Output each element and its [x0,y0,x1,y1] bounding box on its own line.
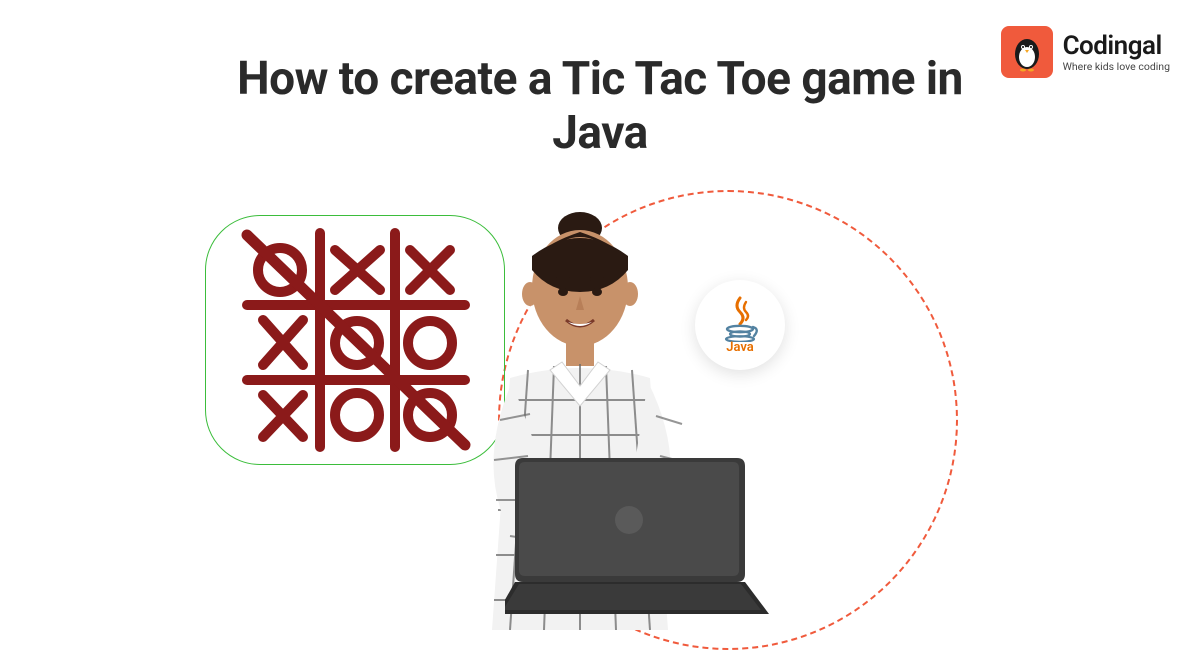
page-title: How to create a Tic Tac Toe game in Java [210,52,990,161]
java-label: Java [726,340,754,355]
brand-logo: Codingal Where kids love coding [1001,26,1170,78]
brand-name: Codingal [1063,32,1170,61]
laptop-icon [505,450,775,630]
hero-illustration: Java [200,190,1000,620]
penguin-icon [1001,26,1053,78]
java-icon [720,296,760,342]
brand-tagline: Where kids love coding [1063,61,1170,73]
java-badge: Java [695,280,785,370]
tictactoe-board-icon [225,215,485,465]
brand-text: Codingal Where kids love coding [1063,32,1170,72]
